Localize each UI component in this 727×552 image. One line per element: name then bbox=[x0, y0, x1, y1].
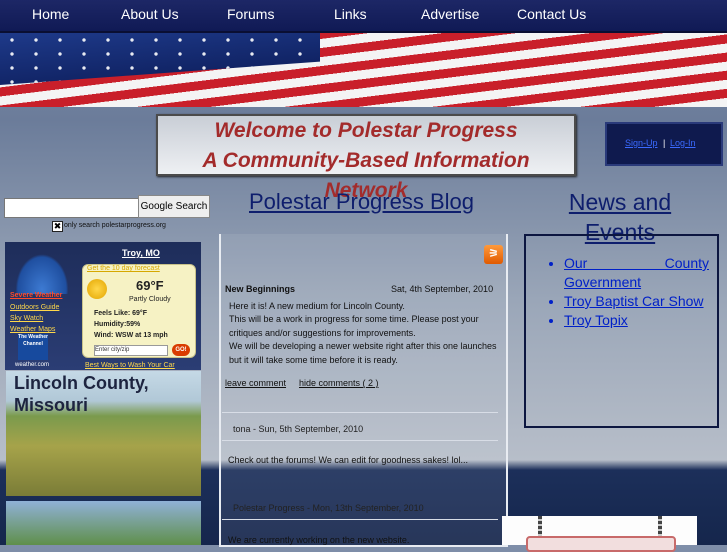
news-item[interactable]: Troy Topix bbox=[564, 311, 709, 330]
top-navigation: Home About Us Forums Links Advertise Con… bbox=[0, 0, 727, 33]
weather-site-label: weather.com bbox=[15, 362, 50, 368]
signup-link[interactable]: Sign-Up bbox=[625, 138, 658, 148]
post-paragraph: Here it is! A new medium for Lincoln Cou… bbox=[229, 301, 405, 311]
sign-chain bbox=[658, 516, 662, 536]
flag-stars bbox=[0, 33, 320, 85]
partly-cloudy-icon bbox=[87, 279, 107, 299]
comment-text: We are currently working on the new webs… bbox=[228, 535, 410, 545]
outdoors-guide-link[interactable]: Outdoors Guide bbox=[10, 304, 59, 311]
welcome-line-1: Welcome to Polestar Progress bbox=[214, 119, 518, 142]
divider bbox=[222, 440, 498, 441]
sign-chain bbox=[538, 516, 542, 536]
post-body: Here it is! A new medium for Lincoln Cou… bbox=[229, 300, 501, 367]
rss-icon[interactable]: ⚞ bbox=[484, 245, 503, 264]
landscape-photo bbox=[6, 501, 201, 545]
weather-temperature: 69°F bbox=[136, 278, 164, 293]
weather-best-link[interactable]: Best Ways to Wash Your Car bbox=[85, 362, 175, 369]
nav-advertise[interactable]: Advertise bbox=[421, 6, 479, 22]
photo-title-line-1: Lincoln County, bbox=[14, 373, 149, 393]
comment-meta: tona - Sun, 5th September, 2010 bbox=[233, 424, 364, 434]
nav-contact-us[interactable]: Contact Us bbox=[517, 6, 586, 22]
weather-condition: Partly Cloudy bbox=[129, 296, 171, 303]
divider bbox=[222, 519, 498, 520]
weather-humidity: Humidity:59% bbox=[94, 321, 141, 328]
leave-comment-link[interactable]: leave comment bbox=[225, 378, 286, 388]
google-search-button[interactable]: Google Search bbox=[138, 195, 210, 218]
hanging-sign-ad[interactable] bbox=[502, 516, 697, 552]
blog-panel bbox=[219, 234, 508, 547]
weather-feels-like: Feels Like: 69°F bbox=[94, 310, 147, 317]
hide-comments-link[interactable]: hide comments ( 2 ) bbox=[299, 378, 379, 388]
site-only-checkbox[interactable]: ✖ bbox=[52, 221, 63, 232]
welcome-banner: Welcome to Polestar Progress A Community… bbox=[156, 114, 576, 202]
forecast-link[interactable]: Get the 10 day forecast bbox=[87, 265, 160, 272]
post-paragraph: We will be developing a newer website ri… bbox=[229, 341, 497, 365]
post-title: New Beginnings bbox=[225, 284, 296, 294]
weather-city-input[interactable]: Enter city/zip bbox=[94, 345, 168, 356]
nav-links[interactable]: Links bbox=[334, 6, 367, 22]
news-list: Our County Government Troy Baptist Car S… bbox=[564, 254, 709, 330]
blog-heading[interactable]: Polestar Progress Blog bbox=[219, 187, 504, 217]
post-date: Sat, 4th September, 2010 bbox=[391, 284, 494, 294]
divider bbox=[222, 412, 498, 413]
news-item[interactable]: Troy Baptist Car Show bbox=[564, 292, 709, 311]
comment-meta: Polestar Progress - Mon, 13th September,… bbox=[233, 503, 424, 513]
lincoln-county-photo: Lincoln County, Missouri bbox=[6, 371, 201, 496]
login-link[interactable]: Log-In bbox=[670, 138, 696, 148]
google-search-input[interactable] bbox=[4, 198, 140, 218]
comment-text: Check out the forums! We can edit for go… bbox=[228, 455, 468, 465]
sky-watch-link[interactable]: Sky Watch bbox=[10, 315, 43, 322]
photo-title-line-2: Missouri bbox=[14, 395, 89, 415]
weather-location[interactable]: Troy, MO bbox=[122, 248, 160, 258]
nav-home[interactable]: Home bbox=[32, 6, 69, 22]
severe-weather-link[interactable]: Severe Weather bbox=[10, 292, 62, 299]
weather-wind: Wind: WSW at 13 mph bbox=[94, 332, 168, 339]
sign-board bbox=[526, 536, 676, 552]
post-paragraph: This will be a work in progress for some… bbox=[229, 314, 479, 338]
weather-widget: Troy, MO Get the 10 day forecast 69°F Pa… bbox=[5, 242, 201, 370]
nav-forums[interactable]: Forums bbox=[227, 6, 274, 22]
weather-maps-link[interactable]: Weather Maps bbox=[10, 326, 55, 333]
site-only-label: only search polestarprogress.org bbox=[64, 222, 166, 229]
account-box: Sign-Up | Log-In bbox=[605, 122, 723, 166]
flag-banner bbox=[0, 33, 727, 107]
news-box: Our County Government Troy Baptist Car S… bbox=[524, 234, 719, 428]
tent-icon bbox=[11, 248, 73, 294]
welcome-line-2: A Community-Based Information bbox=[202, 149, 530, 172]
weather-go-button[interactable]: GO! bbox=[172, 344, 190, 356]
nav-about-us[interactable]: About Us bbox=[121, 6, 179, 22]
news-item[interactable]: Our County Government bbox=[564, 254, 709, 292]
account-separator: | bbox=[663, 138, 666, 148]
weather-channel-logo[interactable]: The Weather Channel bbox=[18, 334, 48, 360]
